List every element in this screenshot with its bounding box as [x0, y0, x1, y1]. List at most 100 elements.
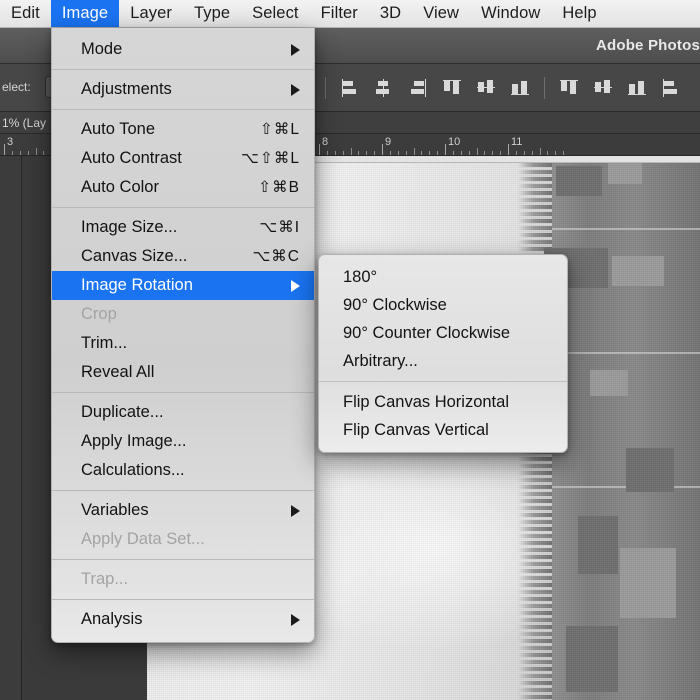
ruler-tick-minor — [453, 151, 454, 155]
menubar-item-help[interactable]: Help — [551, 0, 607, 27]
submenu-item-arbitrary[interactable]: Arbitrary... — [319, 347, 567, 375]
menu-item-crop: Crop — [52, 300, 314, 329]
ruler-tick-minor — [469, 151, 470, 155]
toolbar-separator — [544, 77, 545, 99]
ruler-tick-minor — [414, 148, 415, 155]
menu-item-label: Mode — [81, 40, 122, 59]
submenu-arrow-icon — [291, 505, 300, 517]
align-bottom-edges-icon[interactable] — [510, 78, 530, 98]
menu-item-trim[interactable]: Trim... — [52, 329, 314, 358]
menu-item-label: Adjustments — [81, 80, 172, 99]
menubar-item-type[interactable]: Type — [183, 0, 241, 27]
ruler-label: 8 — [322, 136, 328, 148]
ruler-tick-minor — [390, 151, 391, 155]
submenu-arrow-icon — [291, 84, 300, 96]
ruler-label: 3 — [7, 136, 13, 148]
menu-item-apply-image[interactable]: Apply Image... — [52, 427, 314, 456]
menubar-item-filter[interactable]: Filter — [310, 0, 369, 27]
ruler-tick-minor — [524, 151, 525, 155]
menu-item-label: Analysis — [81, 610, 142, 629]
ruler-tick-minor — [327, 151, 328, 155]
menu-item-label: Auto Contrast — [81, 149, 182, 168]
menu-separator — [52, 392, 314, 393]
ruler-tick-minor — [36, 148, 37, 155]
menu-item-label: Crop — [81, 305, 117, 324]
image-menu-dropdown[interactable]: Mode Adjustments Auto Tone ⇧⌘L Auto Contrast… — [51, 28, 315, 643]
menu-item-label: Calculations... — [81, 461, 185, 480]
menu-separator — [52, 559, 314, 560]
submenu-separator — [319, 381, 567, 382]
ruler-tick-minor — [374, 151, 375, 155]
menu-item-auto-contrast[interactable]: Auto Contrast ⌥⇧⌘L — [52, 144, 314, 173]
menubar-item-3d[interactable]: 3D — [369, 0, 412, 27]
menu-item-label: Canvas Size... — [81, 247, 187, 266]
distribute-bottom-edges-icon[interactable] — [627, 78, 647, 98]
submenu-arrow-icon — [291, 614, 300, 626]
distribute-top-edges-icon[interactable] — [559, 78, 579, 98]
app-title: Adobe Photos — [596, 37, 700, 54]
ruler-tick-minor — [12, 151, 13, 155]
ruler-label: 10 — [448, 136, 460, 148]
menu-item-calculations[interactable]: Calculations... — [52, 456, 314, 485]
ruler-tick-minor — [461, 151, 462, 155]
image-rotation-submenu[interactable]: 180°90° Clockwise90° Counter ClockwiseAr… — [318, 254, 568, 453]
vertical-ruler[interactable] — [0, 156, 22, 700]
options-select-label: elect: — [2, 80, 31, 94]
menu-item-shortcut: ⌥⌘C — [252, 247, 300, 266]
distribute-vertical-centers-icon[interactable] — [593, 78, 613, 98]
align-toolbar — [325, 76, 681, 100]
menu-item-reveal-all[interactable]: Reveal All — [52, 358, 314, 387]
menubar-item-window[interactable]: Window — [470, 0, 551, 27]
menu-item-label: Image Rotation — [81, 276, 193, 295]
align-right-edges-icon[interactable] — [408, 78, 428, 98]
menu-item-image-rotation[interactable]: Image Rotation — [52, 271, 314, 300]
menu-item-duplicate[interactable]: Duplicate... — [52, 398, 314, 427]
ruler-tick-minor — [358, 151, 359, 155]
align-horizontal-centers-icon[interactable] — [374, 78, 394, 98]
menu-item-trap: Trap... — [52, 565, 314, 594]
submenu-item-90-counter-clockwise[interactable]: 90° Counter Clockwise — [319, 319, 567, 347]
ruler-tick-minor — [477, 148, 478, 155]
ruler-tick-minor — [43, 151, 44, 155]
menu-item-label: Auto Tone — [81, 120, 155, 139]
menubar-item-image[interactable]: Image — [51, 0, 119, 27]
menu-item-analysis[interactable]: Analysis — [52, 605, 314, 634]
ruler-tick-minor — [343, 151, 344, 155]
menu-item-image-size[interactable]: Image Size...⌥⌘I — [52, 213, 314, 242]
ruler-tick-minor — [398, 151, 399, 155]
menu-item-adjustments[interactable]: Adjustments — [52, 75, 314, 104]
ruler-tick-minor — [429, 151, 430, 155]
menu-item-shortcut: ⌥⇧⌘L — [241, 149, 300, 168]
submenu-item-180[interactable]: 180° — [319, 263, 567, 291]
menu-separator — [52, 69, 314, 70]
menubar-item-select[interactable]: Select — [241, 0, 309, 27]
menu-item-auto-color[interactable]: Auto Color⇧⌘B — [52, 173, 314, 202]
menu-item-shortcut: ⇧⌘B — [258, 178, 300, 197]
ruler-tick-minor — [406, 151, 407, 155]
submenu-item-flip-canvas-horizontal[interactable]: Flip Canvas Horizontal — [319, 388, 567, 416]
ruler-label: 11 — [511, 136, 522, 148]
menu-item-shortcut: ⇧⌘L — [260, 120, 300, 139]
align-vertical-centers-icon[interactable] — [476, 78, 496, 98]
submenu-item-90-clockwise[interactable]: 90° Clockwise — [319, 291, 567, 319]
menu-separator — [52, 490, 314, 491]
menu-item-label: Trap... — [81, 570, 128, 589]
ruler-tick-minor — [335, 151, 336, 155]
ruler-tick-major — [4, 144, 5, 155]
align-left-edges-icon[interactable] — [340, 78, 360, 98]
submenu-arrow-icon — [291, 280, 300, 292]
menu-item-canvas-size[interactable]: Canvas Size... ⌥⌘C — [52, 242, 314, 271]
menubar-item-layer[interactable]: Layer — [119, 0, 183, 27]
document-tab-label[interactable]: 1% (Lay — [2, 116, 46, 130]
menu-item-shortcut: ⌥⌘I — [259, 218, 300, 237]
distribute-left-edges-icon[interactable] — [661, 78, 681, 98]
menubar-item-edit[interactable]: Edit — [0, 0, 51, 27]
ruler-tick-minor — [500, 151, 501, 155]
menu-item-variables[interactable]: Variables — [52, 496, 314, 525]
submenu-item-flip-canvas-vertical[interactable]: Flip Canvas Vertical — [319, 416, 567, 444]
menubar-item-view[interactable]: View — [412, 0, 470, 27]
align-top-edges-icon[interactable] — [442, 78, 462, 98]
menu-item-mode[interactable]: Mode — [52, 35, 314, 64]
menu-item-auto-tone[interactable]: Auto Tone ⇧⌘L — [52, 115, 314, 144]
menu-item-label: Apply Image... — [81, 432, 186, 451]
